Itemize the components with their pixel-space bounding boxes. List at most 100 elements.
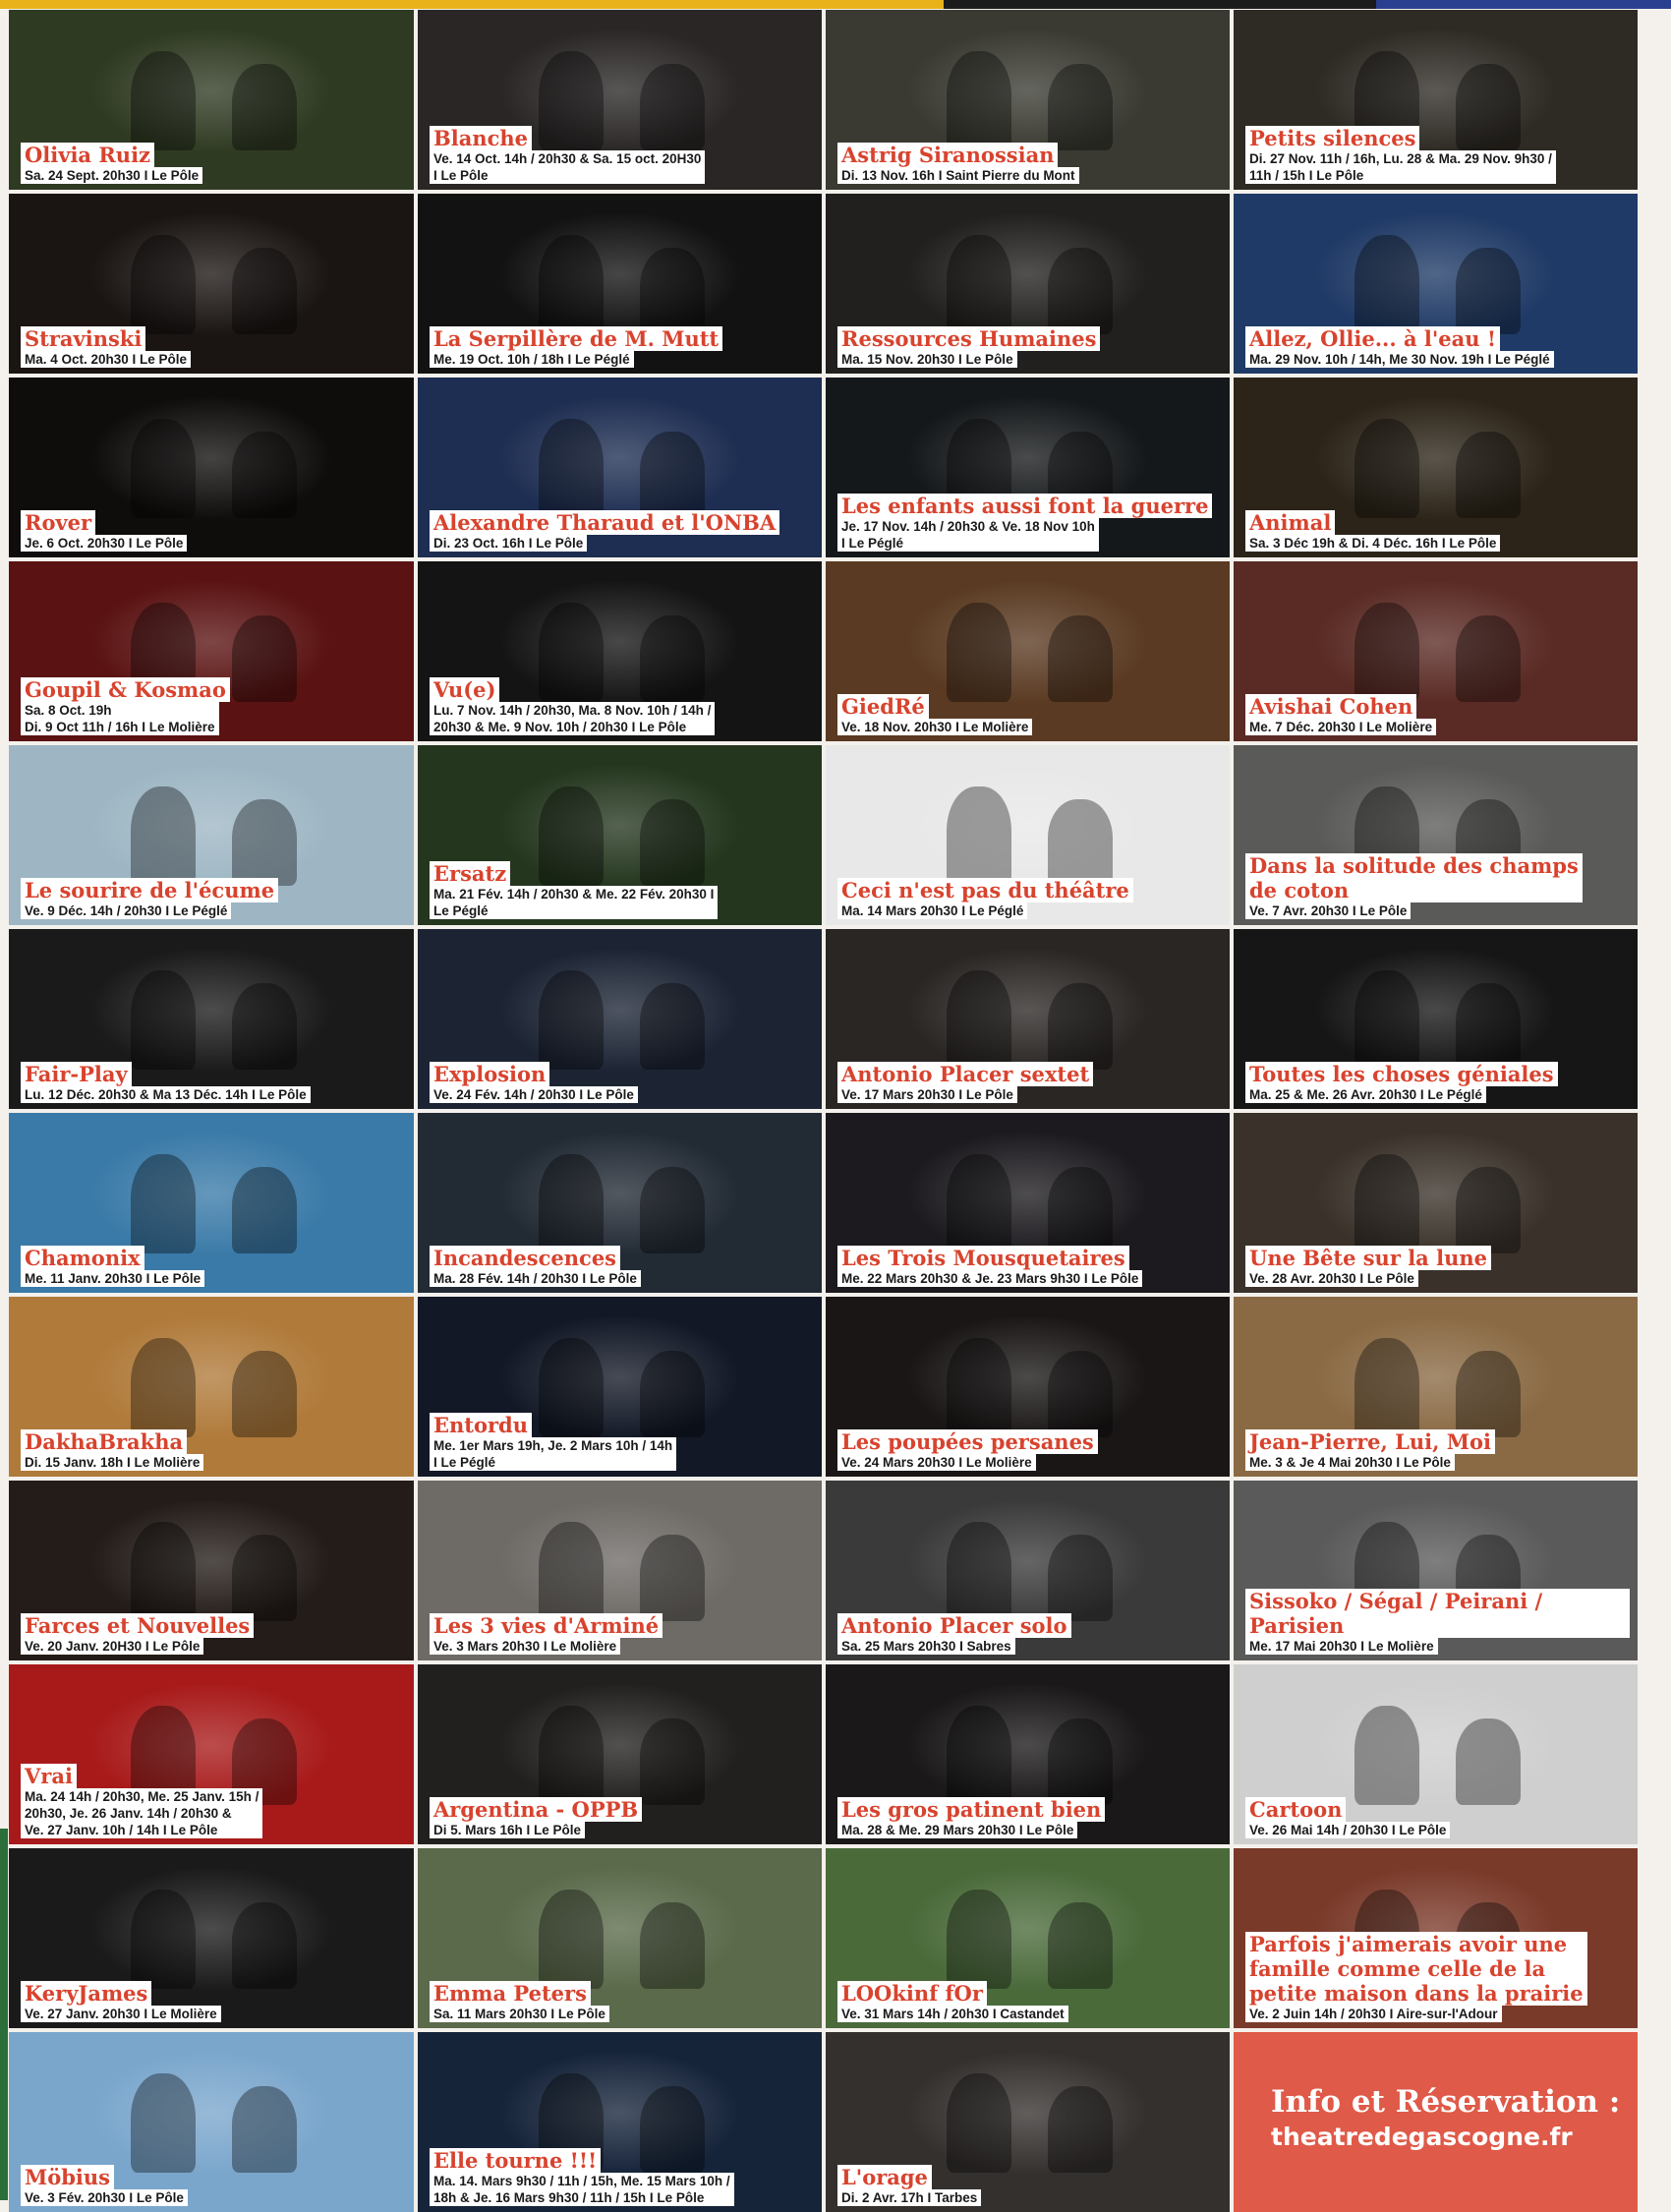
event-date: Je. 17 Nov. 14h / 20h30 & Ve. 18 Nov 10h… <box>837 518 1099 552</box>
event-tile[interactable]: Les Trois Mousquetaires Me. 22 Mars 20h3… <box>826 1113 1230 1293</box>
event-tile[interactable]: Blanche Ve. 14 Oct. 14h / 20h30 & Sa. 15… <box>418 10 822 190</box>
event-title: Farces et Nouvelles <box>21 1613 255 1638</box>
event-tile[interactable]: Chamonix Me. 11 Janv. 20h30 I Le Pôle <box>9 1113 414 1293</box>
photo-figure <box>640 247 705 334</box>
event-tile[interactable]: Entordu Me. 1er Mars 19h, Je. 2 Mars 10h… <box>418 1297 822 1477</box>
photo-figure <box>1354 603 1420 702</box>
event-tile[interactable]: Antonio Placer solo Sa. 25 Mars 20h30 I … <box>826 1481 1230 1660</box>
event-tile[interactable]: Les enfants aussi font la guerre Je. 17 … <box>826 378 1230 557</box>
event-tile[interactable]: LOOkinf fOr Ve. 31 Mars 14h / 20h30 I Ca… <box>826 1848 1230 2028</box>
event-tile[interactable]: Stravinski Ma. 4 Oct. 20h30 I Le Pôle <box>9 194 414 374</box>
event-date: Ve. 9 Déc. 14h / 20h30 I Le Péglé <box>21 902 232 919</box>
event-title: Les gros patinent bien <box>837 1797 1106 1822</box>
event-tile[interactable]: Le sourire de l'écume Ve. 9 Déc. 14h / 2… <box>9 745 414 925</box>
event-tile[interactable]: Vrai Ma. 24 14h / 20h30, Me. 25 Janv. 15… <box>9 1664 414 1844</box>
photo-figure <box>1456 431 1521 518</box>
photo-figure <box>947 603 1012 702</box>
event-caption: La Serpillère de M. Mutt Me. 19 Oct. 10h… <box>430 326 814 368</box>
photo-figure <box>1048 247 1113 334</box>
event-tile[interactable]: Animal Sa. 3 Déc 19h & Di. 4 Déc. 16h I … <box>1234 378 1638 557</box>
event-tile[interactable]: Les 3 vies d'Arminé Ve. 3 Mars 20h30 I L… <box>418 1481 822 1660</box>
event-tile[interactable]: Ersatz Ma. 21 Fév. 14h / 20h30 & Me. 22 … <box>418 745 822 925</box>
info-reservation-panel[interactable]: Info et Réservation : theatredegascogne.… <box>1234 2032 1638 2212</box>
photo-figure <box>640 1901 705 1989</box>
event-tile[interactable]: DakhaBrakha Di. 15 Janv. 18h I Le Molièr… <box>9 1297 414 1477</box>
event-tile[interactable]: Parfois j'aimerais avoir une famille com… <box>1234 1848 1638 2028</box>
photo-figure <box>947 1338 1012 1437</box>
photo-light <box>89 1498 333 1625</box>
website-link[interactable]: theatredegascogne.fr <box>1271 2121 1620 2154</box>
event-caption: GiedRé Ve. 18 Nov. 20h30 I Le Molière <box>837 694 1222 735</box>
event-tile[interactable]: Dans la solitude des champs de coton Ve.… <box>1234 745 1638 925</box>
photo-figure <box>947 2073 1012 2173</box>
event-tile[interactable]: Olivia Ruiz Sa. 24 Sept. 20h30 I Le Pôle <box>9 10 414 190</box>
photo-light <box>89 1314 333 1441</box>
event-caption: Les Trois Mousquetaires Me. 22 Mars 20h3… <box>837 1246 1222 1287</box>
event-date: Ve. 14 Oct. 14h / 20h30 & Sa. 15 oct. 20… <box>430 150 706 184</box>
photo-figure <box>1354 1338 1420 1437</box>
event-title: Möbius <box>21 2165 115 2189</box>
event-date: Me. 22 Mars 20h30 & Je. 23 Mars 9h30 I L… <box>837 1270 1143 1287</box>
event-title: La Serpillère de M. Mutt <box>430 326 723 351</box>
event-tile[interactable]: Sissoko / Ségal / Peirani / Parisien Me.… <box>1234 1481 1638 1660</box>
event-date: Ma. 25 & Me. 26 Avr. 20h30 I Le Péglé <box>1245 1086 1486 1103</box>
event-tile[interactable]: Farces et Nouvelles Ve. 20 Janv. 20H30 I… <box>9 1481 414 1660</box>
event-tile[interactable]: La Serpillère de M. Mutt Me. 19 Oct. 10h… <box>418 194 822 374</box>
photo-figure <box>1048 1534 1113 1621</box>
event-tile[interactable]: Fair-Play Lu. 12 Déc. 20h30 & Ma 13 Déc.… <box>9 929 414 1109</box>
photo-light <box>89 211 333 338</box>
event-tile[interactable]: Toutes les choses géniales Ma. 25 & Me. … <box>1234 929 1638 1109</box>
event-tile[interactable]: Vu(e) Lu. 7 Nov. 14h / 20h30, Ma. 8 Nov.… <box>418 561 822 741</box>
event-tile[interactable]: Les gros patinent bien Ma. 28 & Me. 29 M… <box>826 1664 1230 1844</box>
photo-figure <box>1354 970 1420 1070</box>
event-title: DakhaBrakha <box>21 1429 188 1454</box>
event-tile[interactable]: Explosion Ve. 24 Fév. 14h / 20h30 I Le P… <box>418 929 822 1109</box>
photo-figure <box>130 1522 196 1621</box>
event-date: Ve. 28 Avr. 20h30 I Le Pôle <box>1245 1270 1418 1287</box>
event-caption: Le sourire de l'écume Ve. 9 Déc. 14h / 2… <box>21 878 406 919</box>
event-tile[interactable]: Avishai Cohen Me. 7 Déc. 20h30 I Le Moli… <box>1234 561 1638 741</box>
photo-light <box>89 28 333 154</box>
event-tile[interactable]: Astrig Siranossian Di. 13 Nov. 16h I Sai… <box>826 10 1230 190</box>
event-tile[interactable]: Une Bête sur la lune Ve. 28 Avr. 20h30 I… <box>1234 1113 1638 1293</box>
event-tile[interactable]: Ceci n'est pas du théâtre Ma. 14 Mars 20… <box>826 745 1230 925</box>
event-tile[interactable]: L'orage Di. 2 Avr. 17h I Tarbes <box>826 2032 1230 2212</box>
event-title: Goupil & Kosmao <box>21 677 230 702</box>
photo-figure <box>130 2073 196 2173</box>
event-tile[interactable]: Allez, Ollie... à l'eau ! Ma. 29 Nov. 10… <box>1234 194 1638 374</box>
event-date: Di. 13 Nov. 16h I Saint Pierre du Mont <box>837 167 1079 184</box>
event-tile[interactable]: Argentina - OPPB Di 5. Mars 16h I Le Pôl… <box>418 1664 822 1844</box>
event-caption: Fair-Play Lu. 12 Déc. 20h30 & Ma 13 Déc.… <box>21 1062 406 1103</box>
event-date: Ve. 24 Fév. 14h / 20h30 I Le Pôle <box>430 1086 638 1103</box>
event-date: Ve. 2 Juin 14h / 20h30 I Aire-sur-l'Adou… <box>1245 2006 1502 2022</box>
event-tile[interactable]: Rover Je. 6 Oct. 20h30 I Le Pôle <box>9 378 414 557</box>
event-tile[interactable]: Elle tourne !!! Ma. 14. Mars 9h30 / 11h … <box>418 2032 822 2212</box>
event-tile[interactable]: Antonio Placer sextet Ve. 17 Mars 20h30 … <box>826 929 1230 1109</box>
event-tile[interactable]: GiedRé Ve. 18 Nov. 20h30 I Le Molière <box>826 561 1230 741</box>
photo-light <box>89 1866 333 1993</box>
event-tile[interactable]: Alexandre Tharaud et l'ONBA Di. 23 Oct. … <box>418 378 822 557</box>
event-tile[interactable]: Ressources Humaines Ma. 15 Nov. 20h30 I … <box>826 194 1230 374</box>
event-caption: Explosion Ve. 24 Fév. 14h / 20h30 I Le P… <box>430 1062 814 1103</box>
event-tile[interactable]: KeryJames Ve. 27 Janv. 20h30 I Le Molièr… <box>9 1848 414 2028</box>
photo-figure <box>539 1890 605 1989</box>
event-date: Je. 6 Oct. 20h30 I Le Pôle <box>21 535 188 552</box>
photo-figure <box>231 431 297 518</box>
event-tile[interactable]: Les poupées persanes Ve. 24 Mars 20h30 I… <box>826 1297 1230 1477</box>
top-bar-blue <box>1376 0 1671 9</box>
event-tile[interactable]: Emma Peters Sa. 11 Mars 20h30 I Le Pôle <box>418 1848 822 2028</box>
event-tile[interactable]: Petits silences Di. 27 Nov. 11h / 16h, L… <box>1234 10 1638 190</box>
event-date: Di 5. Mars 16h I Le Pôle <box>430 1822 586 1838</box>
event-caption: Ersatz Ma. 21 Fév. 14h / 20h30 & Me. 22 … <box>430 861 814 919</box>
event-tile[interactable]: Möbius Ve. 3 Fév. 20h30 I Le Pôle <box>9 2032 414 2212</box>
event-title: Les enfants aussi font la guerre <box>837 494 1213 518</box>
photo-figure <box>539 235 605 334</box>
event-title: Jean-Pierre, Lui, Moi <box>1245 1429 1495 1454</box>
event-title: Stravinski <box>21 326 146 351</box>
event-tile[interactable]: Incandescences Ma. 28 Fév. 14h / 20h30 I… <box>418 1113 822 1293</box>
event-tile[interactable]: Cartoon Ve. 26 Mai 14h / 20h30 I Le Pôle <box>1234 1664 1638 1844</box>
event-tile[interactable]: Jean-Pierre, Lui, Moi Me. 3 & Je 4 Mai 2… <box>1234 1297 1638 1477</box>
event-tile[interactable]: Goupil & Kosmao Sa. 8 Oct. 19h Di. 9 Oct… <box>9 561 414 741</box>
event-caption: Vu(e) Lu. 7 Nov. 14h / 20h30, Ma. 8 Nov.… <box>430 677 814 735</box>
event-title: Ceci n'est pas du théâtre <box>837 878 1133 902</box>
